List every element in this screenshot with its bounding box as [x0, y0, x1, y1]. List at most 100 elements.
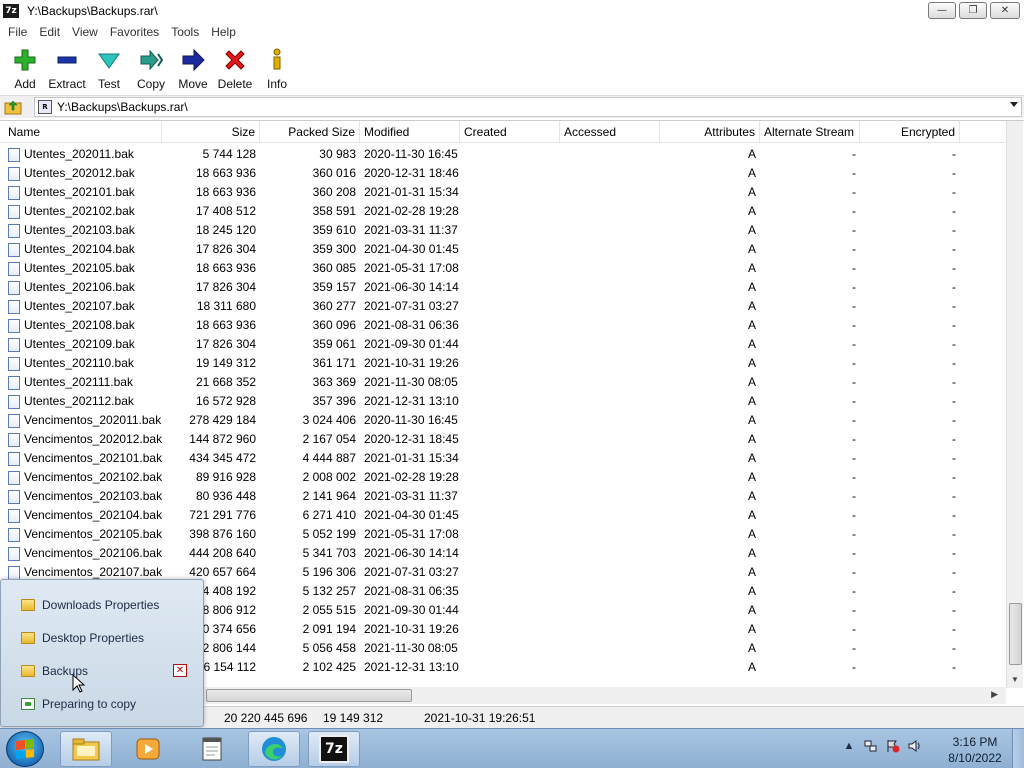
address-input[interactable]: R Y:\Backups\Backups.rar\ [34, 97, 1022, 117]
copy-button[interactable]: Copy [130, 42, 172, 92]
file-name: Utentes_202106.bak [0, 278, 162, 297]
menu-tools[interactable]: Tools [165, 25, 205, 39]
status-modified: 2021-10-31 19:26:51 [424, 711, 536, 725]
table-row[interactable]: Utentes_202102.bak 17 408 512 358 591 2021-… [0, 202, 1006, 221]
column-name[interactable]: Name [0, 121, 162, 143]
table-row[interactable]: Vencimentos_202011.bak 278 429 184 3 024 4… [0, 411, 1006, 430]
volume-icon[interactable] [908, 739, 922, 753]
horizontal-scroll-thumb[interactable] [206, 689, 412, 702]
column-packed-size[interactable]: Packed Size [260, 121, 360, 143]
file-size: 21 668 352 [195, 375, 256, 389]
file-attributes: A [747, 565, 756, 579]
file-accessed [560, 658, 660, 677]
media-player-taskbar-button[interactable] [122, 731, 174, 767]
window-item-preparing-to-copy[interactable]: Preparing to copy [21, 694, 136, 714]
start-button[interactable] [6, 731, 44, 767]
table-row[interactable]: Vencimentos_202101.bak 434 345 472 4 444 8… [0, 449, 1006, 468]
minimize-button[interactable]: — [928, 2, 956, 19]
file-modified: 2021-11-30 08:05 [364, 375, 458, 389]
vertical-scrollbar[interactable]: ▼ [1006, 121, 1023, 688]
table-row[interactable]: Utentes_202103.bak 18 245 120 359 610 2021-… [0, 221, 1006, 240]
table-row[interactable]: Utentes_202105.bak 18 663 936 360 085 2021-… [0, 259, 1006, 278]
extract-button[interactable]: Extract [46, 42, 88, 92]
menu-file[interactable]: File [0, 25, 33, 39]
file-size: 398 876 160 [189, 527, 256, 541]
file-alternate-stream: - [852, 242, 856, 256]
delete-label: Delete [217, 77, 253, 91]
table-row[interactable]: Utentes_202107.bak 18 311 680 360 277 2021-… [0, 297, 1006, 316]
table-row[interactable]: Utentes_202012.bak 18 663 936 360 016 2020-… [0, 164, 1006, 183]
table-row[interactable]: Utentes_202108.bak 18 663 936 360 096 2021-… [0, 316, 1006, 335]
show-desktop-button[interactable] [1012, 729, 1024, 768]
vertical-scroll-thumb[interactable] [1009, 603, 1022, 665]
column-accessed[interactable]: Accessed [560, 121, 660, 143]
horizontal-scrollbar[interactable]: ▶ [204, 687, 1006, 704]
file-modified: 2021-04-30 01:45 [364, 242, 459, 256]
table-row[interactable]: Utentes_202101.bak 18 663 936 360 208 2021-… [0, 183, 1006, 202]
scroll-right-arrow-icon[interactable]: ▶ [991, 689, 998, 700]
file-created [460, 430, 560, 449]
file-encrypted: - [952, 508, 956, 522]
table-row[interactable]: Vencimentos_202105.bak 398 876 160 5 052 1… [0, 525, 1006, 544]
file-created [460, 658, 560, 677]
action-center-flag-icon[interactable] [886, 739, 900, 753]
maximize-button[interactable]: ❐ [959, 2, 987, 19]
chevron-down-icon[interactable] [1010, 102, 1018, 107]
arrow-right-icon [180, 47, 206, 73]
file-modified: 2020-12-31 18:45 [364, 432, 459, 446]
menu-help[interactable]: Help [205, 25, 242, 39]
window-item-downloads-properties[interactable]: Downloads Properties [21, 595, 159, 615]
file-attributes: A [747, 223, 756, 237]
table-row[interactable]: Utentes_202111.bak 21 668 352 363 369 2021-… [0, 373, 1006, 392]
delete-button[interactable]: Delete [214, 42, 256, 92]
table-row[interactable]: Vencimentos_202106.bak 444 208 640 5 341 7… [0, 544, 1006, 563]
table-row[interactable]: Utentes_202106.bak 17 826 304 359 157 2021-… [0, 278, 1006, 297]
close-button[interactable]: ✕ [990, 2, 1020, 19]
column-alternate-stream[interactable]: Alternate Stream [760, 121, 860, 143]
menu-view[interactable]: View [66, 25, 104, 39]
table-row[interactable]: Utentes_202112.bak 16 572 928 357 396 2021-… [0, 392, 1006, 411]
table-row[interactable]: Vencimentos_202103.bak 80 936 448 2 141 96… [0, 487, 1006, 506]
file-created [460, 449, 560, 468]
table-row[interactable]: Vencimentos_202012.bak 144 872 960 2 167 0… [0, 430, 1006, 449]
table-row[interactable]: Vencimentos_202102.bak 89 916 928 2 008 00… [0, 468, 1006, 487]
window-item-desktop-properties[interactable]: Desktop Properties [21, 628, 144, 648]
column-size[interactable]: Size [162, 121, 260, 143]
7zip-taskbar-button[interactable]: 7z [308, 731, 360, 767]
file-icon [8, 318, 20, 333]
test-button[interactable]: Test [88, 42, 130, 92]
file-packed-size: 5 132 257 [302, 584, 356, 598]
close-window-item-button[interactable]: ✕ [173, 664, 187, 677]
file-name: Utentes_202111.bak [0, 373, 162, 392]
column-attributes[interactable]: Attributes [660, 121, 760, 143]
edge-taskbar-button[interactable] [248, 731, 300, 767]
taskbar-clock[interactable]: 3:16 PM 8/10/2022 [940, 734, 1010, 766]
table-row[interactable]: Utentes_202104.bak 17 826 304 359 300 2021-… [0, 240, 1006, 259]
add-button[interactable]: Add [4, 42, 46, 92]
file-encrypted: - [952, 242, 956, 256]
column-created[interactable]: Created [460, 121, 560, 143]
table-row[interactable]: Utentes_202110.bak 19 149 312 361 171 2021-… [0, 354, 1006, 373]
table-row[interactable]: Utentes_202011.bak 5 744 128 30 983 2020-11… [0, 145, 1006, 164]
move-button[interactable]: Move [172, 42, 214, 92]
file-modified: 2021-08-31 06:35 [364, 584, 459, 598]
info-button[interactable]: Info [256, 42, 298, 92]
up-folder-button[interactable] [2, 97, 24, 118]
column-encrypted[interactable]: Encrypted [860, 121, 960, 143]
menu-favorites[interactable]: Favorites [104, 25, 165, 39]
explorer-taskbar-button[interactable] [60, 731, 112, 767]
notepad-taskbar-button[interactable] [186, 731, 238, 767]
column-modified[interactable]: Modified [360, 121, 460, 143]
show-hidden-icons-icon[interactable]: ▲ [842, 739, 856, 753]
scroll-down-arrow-icon[interactable]: ▼ [1011, 675, 1019, 684]
file-size: 17 826 304 [195, 337, 256, 351]
table-row[interactable]: Vencimentos_202104.bak 721 291 776 6 271 4… [0, 506, 1006, 525]
file-name-text: Vencimentos_202011.bak [24, 413, 162, 427]
table-row[interactable]: Utentes_202109.bak 17 826 304 359 061 2021-… [0, 335, 1006, 354]
file-alternate-stream: - [852, 565, 856, 579]
file-attributes: A [747, 147, 756, 161]
file-modified: 2021-01-31 15:34 [364, 185, 459, 199]
network-icon[interactable] [864, 739, 878, 753]
menu-edit[interactable]: Edit [33, 25, 66, 39]
taskbar: 7z ▲ 3:16 PM 8/10/2022 [0, 728, 1024, 768]
